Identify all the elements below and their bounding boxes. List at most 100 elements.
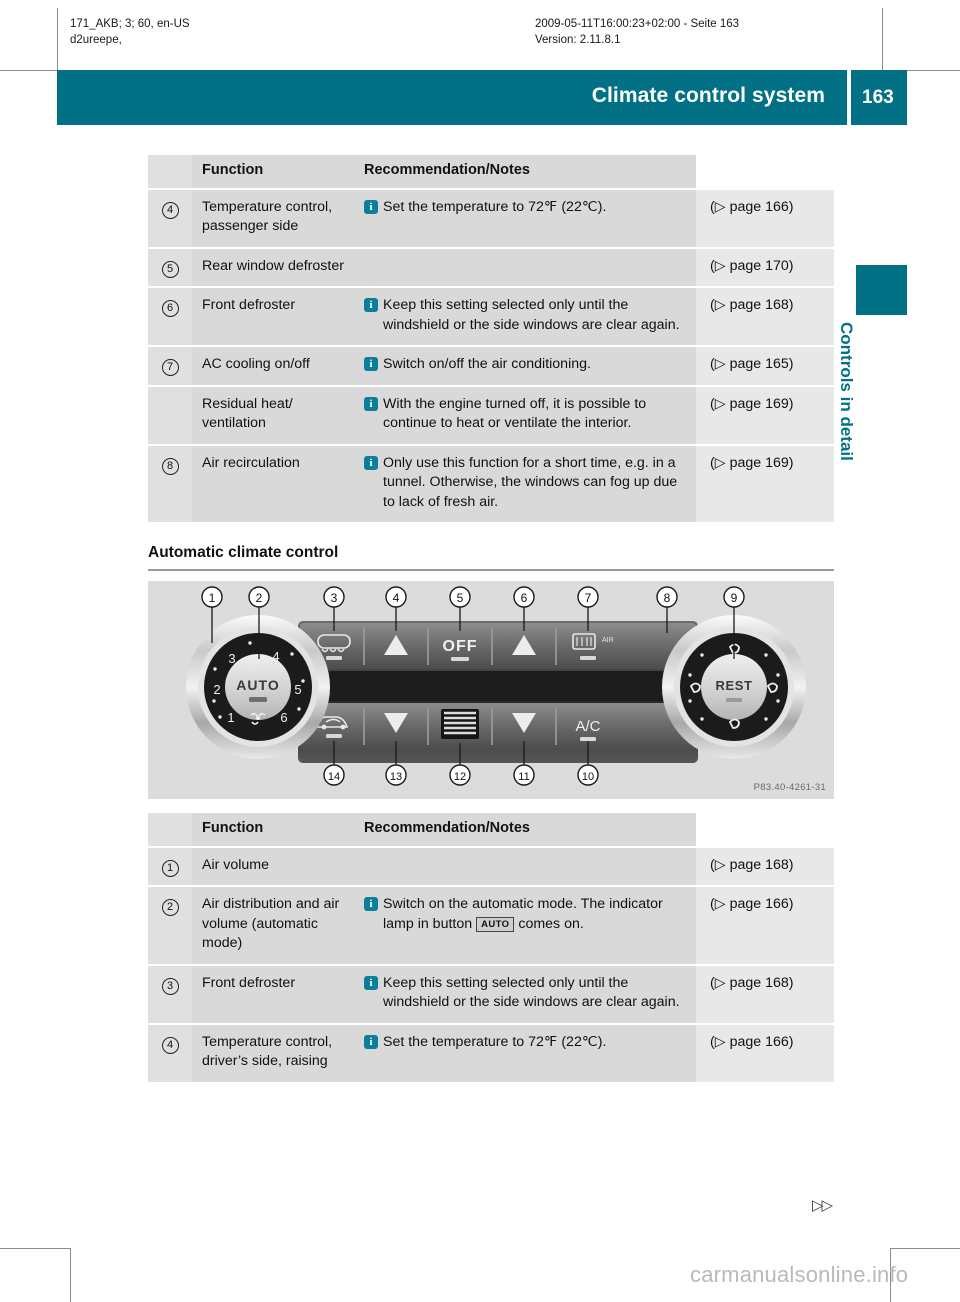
callout-badge: 4 (161, 201, 179, 219)
note-text: Set the temperature to 72℉ (22℃). (383, 1033, 607, 1050)
section-heading: Automatic climate control (148, 544, 339, 561)
running-header-left: 171_AKB; 3; 60, en-US d2ureepe, (70, 16, 190, 48)
note-text: Keep this setting selected only until th… (383, 297, 680, 333)
info-icon: i (364, 199, 378, 214)
table-top-body: Function Recommendation/Notes 4 Temperat… (148, 155, 834, 522)
svg-text:6: 6 (280, 710, 287, 725)
info-icon: i (364, 357, 378, 371)
thumb-index-tab (856, 265, 907, 315)
svg-text:5: 5 (457, 591, 464, 605)
svg-text:AUTO: AUTO (236, 677, 279, 693)
header-reference (696, 155, 834, 189)
svg-text:3: 3 (331, 591, 338, 605)
page-reference-cell[interactable]: (▷ page 168) (696, 286, 834, 346)
callout-number-cell: 4 (148, 1022, 192, 1082)
chapter-banner: Climate control system (57, 70, 847, 125)
function-table-bottom: Function Recommendation/Notes 1 Air volu… (148, 813, 834, 1082)
continuation-marker: ▷▷ (812, 1197, 833, 1214)
doc-version: Version: 2.11.8.1 (535, 34, 621, 46)
crop-mark-bottom-left (70, 1248, 71, 1302)
watermark: carmanualsonline.info (690, 1262, 909, 1287)
table-header-row: Function Recommendation/Notes (148, 813, 834, 847)
page-reference-cell[interactable]: (▷ page 169) (696, 443, 834, 522)
svg-text:5: 5 (294, 682, 301, 697)
header-num (148, 813, 192, 847)
callout-badge: 1 (161, 859, 179, 877)
note-text: With the engine turned off, it is possib… (383, 395, 647, 432)
svg-text:3: 3 (228, 651, 235, 666)
running-header-right: 2009-05-11T16:00:23+02:00 - Seite 163 Ve… (535, 16, 739, 48)
table-row: 4 Temperature control, passenger side i … (148, 187, 834, 248)
doc-timestamp: 2009-05-11T16:00:23+02:00 - Seite 163 (535, 18, 740, 30)
page-title: Climate control system (591, 84, 825, 107)
chapter-name-vertical: Controls in detail (837, 322, 856, 461)
callout-number-cell: 5 (148, 246, 192, 287)
climate-control-figure: OFF AIR A/C AUTO 3 4 2 5 1 6 REST 1 2 3 … (148, 581, 834, 799)
page-reference-cell[interactable]: (▷ page 166) (696, 885, 834, 965)
note-line: i Keep this setting selected only until … (364, 296, 684, 335)
recommendation-cell: i Switch on the automatic mode. The indi… (354, 885, 696, 965)
info-icon: i (364, 396, 378, 411)
page-reference-cell[interactable]: (▷ page 169) (696, 384, 834, 445)
info-icon: i (364, 975, 378, 990)
callout-number-cell: 2 (148, 885, 192, 965)
svg-text:12: 12 (454, 771, 466, 783)
callout-badge: 3 (161, 977, 179, 995)
function-cell: Front defroster (192, 286, 354, 346)
info-icon: i (364, 298, 378, 312)
svg-text:14: 14 (328, 771, 340, 783)
header-function: Function (192, 155, 354, 189)
crop-mark-left (57, 8, 58, 70)
svg-text:6: 6 (521, 591, 528, 605)
callout-number-cell: 8 (148, 443, 192, 522)
callout-badge: 8 (161, 457, 179, 475)
callout-badge: 2 (161, 899, 179, 916)
page-reference-cell[interactable]: (▷ page 170) (696, 246, 834, 287)
page-reference-cell[interactable]: (▷ page 166) (696, 187, 834, 248)
doc-id: 171_AKB; 3; 60, en-US (70, 18, 190, 30)
svg-text:REST: REST (715, 678, 752, 693)
table-row: 6 Front defroster i Keep this setting se… (148, 286, 834, 346)
header-recommendation: Recommendation/Notes (354, 155, 696, 189)
note-line: i Set the temperature to 72℉ (22℃). (364, 198, 684, 218)
recommendation-cell (354, 845, 696, 886)
page-reference-cell[interactable]: (▷ page 168) (696, 845, 834, 886)
svg-text:4: 4 (393, 591, 400, 605)
page-reference-cell[interactable]: (▷ page 166) (696, 1022, 834, 1082)
header-reference (696, 813, 834, 847)
svg-text:2: 2 (256, 591, 263, 605)
page-reference-cell[interactable]: (▷ page 168) (696, 963, 834, 1024)
callout-number-cell: 4 (148, 187, 192, 248)
table-row: 8 Air recirculation i Only use this func… (148, 443, 834, 522)
note-line: i Set the temperature to 72℉ (22℃). (364, 1033, 684, 1053)
svg-text:7: 7 (585, 591, 592, 605)
recommendation-cell: i Set the temperature to 72℉ (22℃). (354, 187, 696, 248)
section-rule (148, 569, 834, 571)
table-row: 4 Temperature control, driver’s side, ra… (148, 1022, 834, 1082)
svg-text:4: 4 (272, 649, 279, 664)
svg-text:11: 11 (518, 771, 529, 783)
function-table-top: Function Recommendation/Notes 4 Temperat… (148, 155, 834, 522)
info-icon: i (364, 897, 378, 911)
recommendation-cell: i With the engine turned off, it is poss… (354, 384, 696, 445)
callout-number-cell: 6 (148, 286, 192, 346)
callout-number-cell (148, 384, 192, 445)
function-cell: Temperature control, passenger side (192, 187, 354, 248)
svg-text:10: 10 (582, 771, 594, 783)
recommendation-cell: i Only use this function for a short tim… (354, 443, 696, 522)
table-row: 7 AC cooling on/off i Switch on/off the … (148, 345, 834, 386)
callout-badge: 7 (161, 359, 179, 376)
svg-text:2: 2 (213, 682, 220, 697)
note-line: i Switch on the automatic mode. The indi… (364, 895, 684, 934)
page-number-block: 163 (851, 70, 907, 125)
note-text: Keep this setting selected only until th… (383, 974, 680, 1011)
function-cell: Air distribution and air volume (automat… (192, 885, 354, 965)
page-reference-cell[interactable]: (▷ page 165) (696, 345, 834, 386)
table-bottom-body: Function Recommendation/Notes 1 Air volu… (148, 813, 834, 1082)
function-cell: Air volume (192, 845, 354, 886)
figure-caption: P83.40-4261-31 (753, 782, 826, 793)
svg-text:9: 9 (731, 591, 738, 605)
crop-mark-bottom-right-h (890, 1248, 960, 1249)
header-recommendation: Recommendation/Notes (354, 813, 696, 847)
page-number: 163 (862, 87, 894, 108)
